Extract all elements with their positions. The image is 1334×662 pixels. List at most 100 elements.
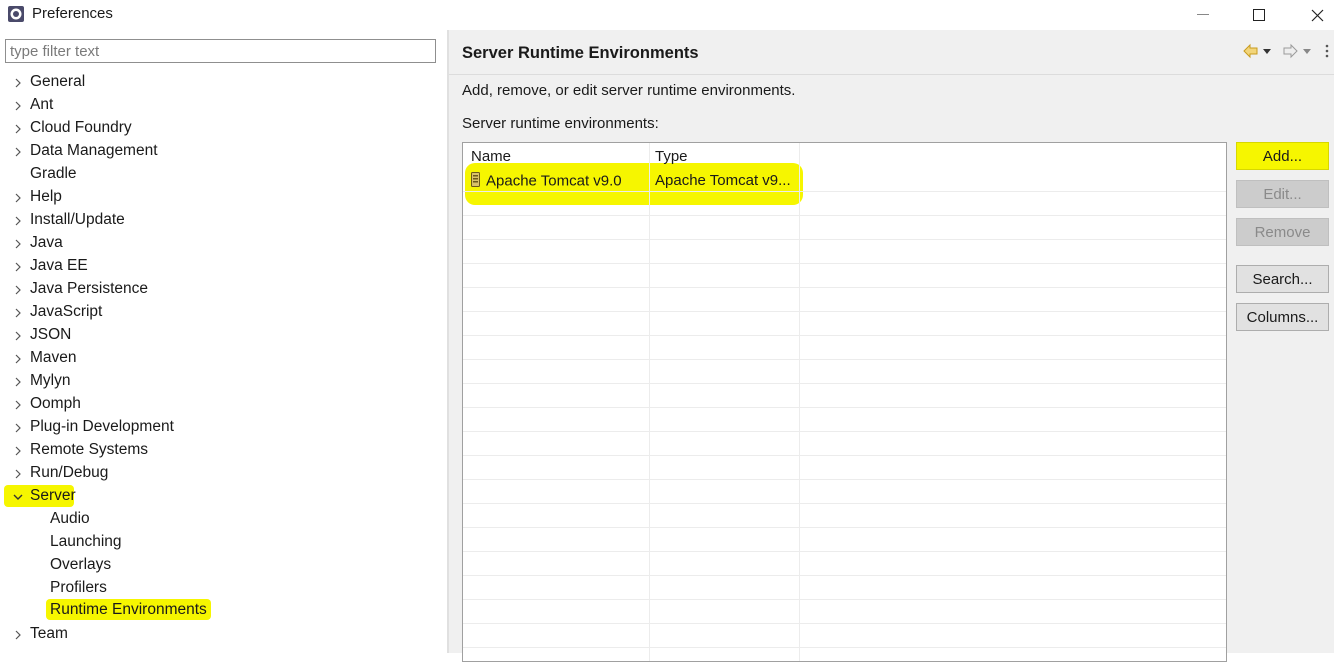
tree-item[interactable]: Java Persistence xyxy=(0,277,447,300)
row-divider xyxy=(463,335,1226,336)
tree-item[interactable]: Remote Systems xyxy=(0,438,447,461)
title-bar: Preferences xyxy=(0,0,1334,30)
window-title: Preferences xyxy=(32,5,113,22)
tree-item[interactable]: Team xyxy=(0,622,447,645)
tree-item[interactable]: Server xyxy=(0,484,447,507)
chevron-right-icon[interactable] xyxy=(12,76,24,88)
tree-item[interactable]: Profilers xyxy=(0,576,447,599)
tree-item[interactable]: Java EE xyxy=(0,254,447,277)
row-divider xyxy=(463,503,1226,504)
chevron-right-icon[interactable] xyxy=(12,628,24,640)
tree-item[interactable]: General xyxy=(0,70,447,93)
close-button[interactable] xyxy=(1294,0,1334,30)
chevron-right-icon[interactable] xyxy=(12,306,24,318)
tree-item[interactable]: Gradle xyxy=(0,162,447,185)
chevron-right-icon[interactable] xyxy=(12,260,24,272)
chevron-right-icon[interactable] xyxy=(12,214,24,226)
columns-button[interactable]: Columns... xyxy=(1236,303,1329,331)
chevron-down-icon[interactable] xyxy=(12,490,24,502)
row-divider xyxy=(463,383,1226,384)
edit-button[interactable]: Edit... xyxy=(1236,180,1329,208)
row-divider xyxy=(463,311,1226,312)
column-separator xyxy=(799,143,800,661)
tree-item-label: Ant xyxy=(30,96,54,113)
chevron-right-icon[interactable] xyxy=(12,237,24,249)
tree-item-label: Data Management xyxy=(30,142,158,159)
search-button[interactable]: Search... xyxy=(1236,265,1329,293)
tree-item-label: Gradle xyxy=(30,165,77,182)
tree-item[interactable]: Cloud Foundry xyxy=(0,116,447,139)
column-header-name[interactable]: Name xyxy=(471,148,511,165)
add-button[interactable]: Add... xyxy=(1236,142,1329,170)
tree-item-label: JavaScript xyxy=(30,303,103,320)
tree-item-label: Java EE xyxy=(30,257,88,274)
chevron-right-icon[interactable] xyxy=(12,467,24,479)
chevron-right-icon[interactable] xyxy=(12,329,24,341)
tree-item[interactable]: Install/Update xyxy=(0,208,447,231)
row-divider xyxy=(463,527,1226,528)
tree-item[interactable]: Maven xyxy=(0,346,447,369)
tree-item[interactable]: Ant xyxy=(0,93,447,116)
row-divider xyxy=(463,287,1226,288)
row-divider xyxy=(463,479,1226,480)
tree-item-label: Overlays xyxy=(50,556,112,573)
tree-item-label: Server xyxy=(30,487,76,504)
tree-item[interactable]: Mylyn xyxy=(0,369,447,392)
tree-item[interactable]: Overlays xyxy=(0,553,447,576)
preferences-navigation: General Ant Cloud Foundry Data Management Gr… xyxy=(0,30,447,653)
row-divider xyxy=(463,551,1226,552)
row-divider xyxy=(463,263,1226,264)
tree-item[interactable]: JSON xyxy=(0,323,447,346)
runtime-name: Apache Tomcat v9.0 xyxy=(486,172,622,190)
chevron-right-icon[interactable] xyxy=(12,145,24,157)
chevron-right-icon[interactable] xyxy=(12,421,24,433)
row-divider xyxy=(463,455,1226,456)
chevron-right-icon[interactable] xyxy=(12,398,24,410)
row-divider xyxy=(463,599,1226,600)
tree-item[interactable]: Oomph xyxy=(0,392,447,415)
forward-dropdown-icon[interactable] xyxy=(1301,42,1319,60)
tree-item[interactable]: Run/Debug xyxy=(0,461,447,484)
forward-arrow-icon[interactable] xyxy=(1281,42,1299,60)
chevron-right-icon[interactable] xyxy=(12,444,24,456)
chevron-right-icon[interactable] xyxy=(12,283,24,295)
tree-item[interactable]: Plug-in Development xyxy=(0,415,447,438)
minimize-button[interactable] xyxy=(1180,0,1226,30)
tree-item-label: General xyxy=(30,73,86,90)
row-divider xyxy=(463,191,1226,192)
tree-item-label: JSON xyxy=(30,326,72,343)
column-header-type[interactable]: Type xyxy=(655,148,688,165)
chevron-right-icon[interactable] xyxy=(12,122,24,134)
tree-item-label: Run/Debug xyxy=(30,464,109,481)
tree-item[interactable]: JavaScript xyxy=(0,300,447,323)
tree-item[interactable]: Launching xyxy=(0,530,447,553)
chevron-right-icon[interactable] xyxy=(12,191,24,203)
table-row[interactable]: Apache Tomcat v9.0 xyxy=(471,172,622,191)
tree-item-label: Java Persistence xyxy=(30,280,149,297)
tree-item[interactable]: Help xyxy=(0,185,447,208)
tree-item-label: Team xyxy=(30,625,68,642)
preference-page: Server Runtime Environments Add, remove,… xyxy=(449,30,1334,662)
tree-item[interactable]: Java xyxy=(0,231,447,254)
chevron-right-icon[interactable] xyxy=(12,99,24,111)
filter-input[interactable] xyxy=(5,39,436,63)
page-header: Server Runtime Environments xyxy=(449,30,1334,75)
tree-item-label: Install/Update xyxy=(30,211,125,228)
tree-item[interactable]: Data Management xyxy=(0,139,447,162)
chevron-right-icon[interactable] xyxy=(12,352,24,364)
page-title: Server Runtime Environments xyxy=(462,44,699,62)
tree-item[interactable]: Runtime Environments xyxy=(0,599,447,622)
row-divider xyxy=(463,431,1226,432)
remove-button[interactable]: Remove xyxy=(1236,218,1329,246)
tree-item-label: Launching xyxy=(50,533,122,550)
view-menu-icon[interactable] xyxy=(1322,42,1334,60)
maximize-button[interactable] xyxy=(1236,0,1282,30)
chevron-right-icon[interactable] xyxy=(12,375,24,387)
runtime-type: Apache Tomcat v9... xyxy=(655,172,791,189)
runtime-environments-table[interactable]: Name Type Apache Tomcat v9.0 Apache Tomc… xyxy=(462,142,1227,662)
tree-item-label: Cloud Foundry xyxy=(30,119,132,136)
back-arrow-icon[interactable] xyxy=(1242,42,1260,60)
tree-item-label: Oomph xyxy=(30,395,81,412)
tree-item[interactable]: Audio xyxy=(0,507,447,530)
back-dropdown-icon[interactable] xyxy=(1261,42,1279,60)
